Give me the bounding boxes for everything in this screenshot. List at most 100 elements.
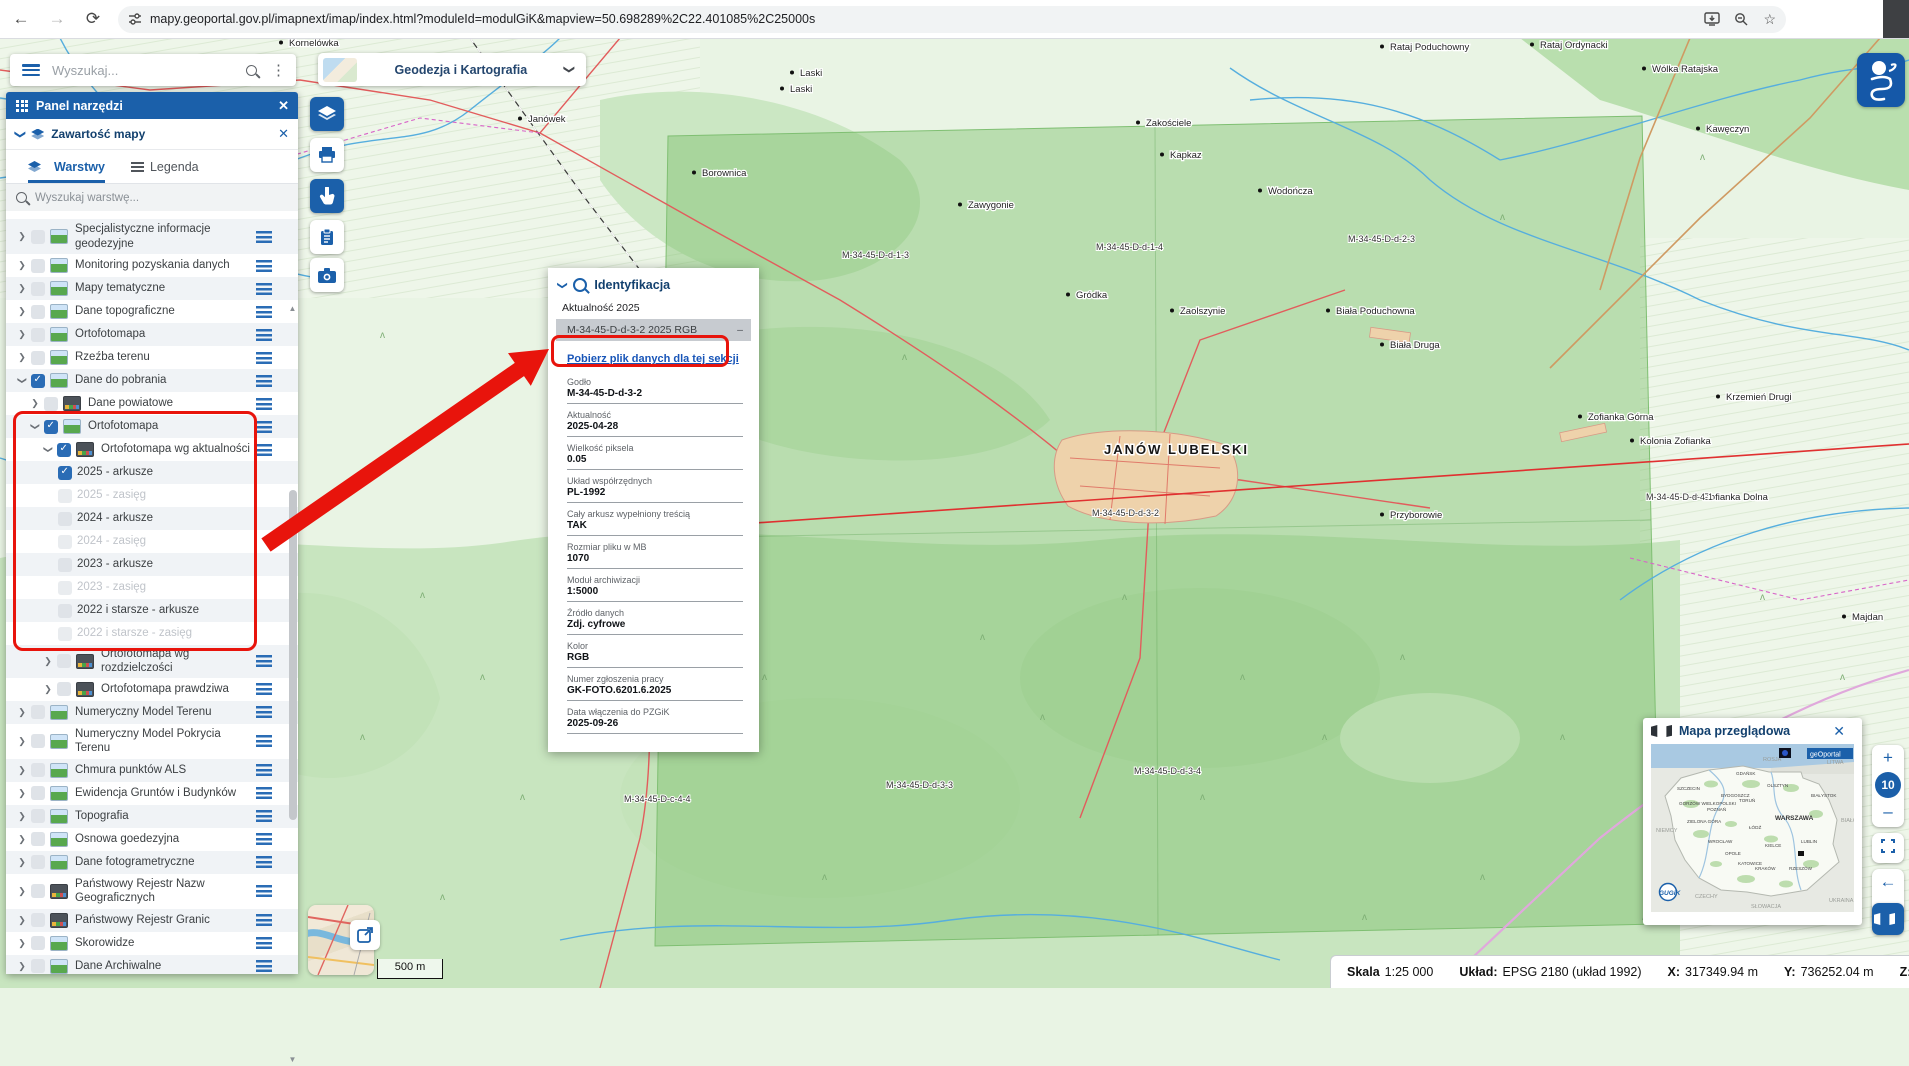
layer-menu-icon[interactable]	[256, 764, 272, 776]
tab-warstwy[interactable]: Warstwy	[28, 150, 105, 183]
layer-row-państwowy-rejestr-nazw-geograficznych[interactable]: ❯Państwowy Rejestr Nazw Geograficznych	[6, 874, 298, 909]
overview-map-body[interactable]: ROSJALITWANIEMCYCZECHYSŁOWACJAUKRAINABIA…	[1651, 744, 1854, 912]
browser-back-button[interactable]: ←	[6, 4, 36, 34]
layer-menu-icon[interactable]	[256, 833, 272, 845]
chevron-icon[interactable]: ❯	[16, 260, 28, 271]
layer-checkbox[interactable]	[58, 512, 72, 526]
more-options-icon[interactable]: ⋮	[271, 61, 286, 79]
bookmark-star-icon[interactable]: ☆	[1763, 11, 1776, 28]
panel-header[interactable]: Panel narzędzi ✕	[6, 92, 298, 119]
collapse-minus-icon[interactable]: –	[737, 324, 743, 336]
chevron-down-icon[interactable]: ❯	[14, 129, 27, 138]
layer-row-osnowa-goedezyjna[interactable]: ❯Osnowa goedezyjna	[6, 828, 298, 851]
layer-row-chmura-punktów-als[interactable]: ❯Chmura punktów ALS	[6, 759, 298, 782]
layer-row-2024-arkusze[interactable]: 2024 - arkusze	[6, 507, 298, 530]
layer-row-państwowy-rejestr-granic[interactable]: ❯Państwowy Rejestr Granic	[6, 909, 298, 932]
browser-forward-button[interactable]: →	[42, 4, 72, 34]
layer-menu-icon[interactable]	[256, 655, 272, 667]
layer-checkbox[interactable]	[44, 397, 58, 411]
chevron-icon[interactable]: ❯	[17, 375, 28, 387]
chevron-icon[interactable]: ❯	[16, 811, 28, 822]
layer-row-2022-i-starsze-arkusze[interactable]: 2022 i starsze - arkusze	[6, 599, 298, 622]
chevron-icon[interactable]: ❯	[16, 857, 28, 868]
layer-checkbox[interactable]	[31, 855, 45, 869]
layer-row-rzeźba-terenu[interactable]: ❯Rzeźba terenu	[6, 346, 298, 369]
layer-checkbox[interactable]	[57, 654, 71, 668]
map-content-header[interactable]: ❯ Zawartość mapy ✕	[6, 119, 298, 150]
layer-row-2023-zasięg[interactable]: 2023 - zasięg	[6, 576, 298, 599]
layer-checkbox[interactable]	[58, 558, 72, 572]
layer-row-2023-arkusze[interactable]: 2023 - arkusze	[6, 553, 298, 576]
module-selector-dropdown[interactable]: Geodezja i Kartografia ❯	[318, 53, 586, 86]
layer-row-dane-fotogrametryczne[interactable]: ❯Dane fotogrametryczne	[6, 851, 298, 874]
identify-popup-header[interactable]: ❯ Identyfikacja	[548, 278, 759, 292]
layer-checkbox[interactable]	[31, 832, 45, 846]
chevron-icon[interactable]: ❯	[16, 352, 28, 363]
layer-search-input[interactable]: Wyszukaj warstwę...	[6, 184, 298, 211]
layer-row-mapy-tematyczne[interactable]: ❯Mapy tematyczne	[6, 277, 298, 300]
search-input[interactable]: Wyszukaj...	[52, 63, 246, 78]
layer-checkbox[interactable]	[58, 604, 72, 618]
panel-scrollbar[interactable]: ▲ ▼	[288, 302, 297, 1066]
layer-checkbox[interactable]	[58, 535, 72, 549]
layer-row-2025-arkusze[interactable]: 2025 - arkusze	[6, 461, 298, 484]
layer-menu-icon[interactable]	[256, 421, 272, 433]
camera-tool-button[interactable]	[310, 258, 344, 292]
layer-menu-icon[interactable]	[256, 914, 272, 926]
zoom-out-page-icon[interactable]	[1734, 12, 1749, 27]
scroll-up-icon[interactable]: ▲	[288, 304, 297, 313]
chevron-icon[interactable]: ❯	[42, 684, 54, 695]
identify-result-header[interactable]: M-34-45-D-d-3-2 2025 RGB –	[556, 319, 751, 341]
layer-menu-icon[interactable]	[256, 856, 272, 868]
layer-row-topografia[interactable]: ❯Topografia	[6, 805, 298, 828]
layer-menu-icon[interactable]	[256, 260, 272, 272]
layer-menu-icon[interactable]	[256, 735, 272, 747]
layer-menu-icon[interactable]	[256, 706, 272, 718]
previous-extent-button[interactable]: ←	[1872, 869, 1904, 895]
layer-row-dane-archiwalne[interactable]: ❯Dane Archiwalne	[6, 955, 298, 974]
chevron-icon[interactable]: ❯	[16, 283, 28, 294]
map-search-bar[interactable]: Wyszukaj... ⋮	[10, 54, 296, 86]
layer-checkbox[interactable]	[57, 682, 71, 696]
layer-checkbox[interactable]	[31, 259, 45, 273]
layer-checkbox[interactable]	[31, 374, 45, 388]
layer-row-ewidencja-gruntów-i-budynków[interactable]: ❯Ewidencja Gruntów i Budynków	[6, 782, 298, 805]
zoom-in-button[interactable]: +	[1872, 745, 1904, 771]
layer-checkbox[interactable]	[58, 627, 72, 641]
layer-menu-icon[interactable]	[256, 787, 272, 799]
layer-checkbox[interactable]	[31, 705, 45, 719]
layer-menu-icon[interactable]	[256, 352, 272, 364]
site-settings-icon[interactable]	[128, 12, 142, 26]
layer-row-skorowidze[interactable]: ❯Skorowidze	[6, 932, 298, 955]
layer-row-ortofotomapa-wg-rozdzielczości[interactable]: ❯Ortofotomapa wg rozdzielczości	[6, 645, 298, 678]
layer-checkbox[interactable]	[58, 489, 72, 503]
layer-checkbox[interactable]	[31, 763, 45, 777]
chevron-icon[interactable]: ❯	[16, 788, 28, 799]
panel-close-icon[interactable]: ✕	[278, 98, 289, 114]
layer-checkbox[interactable]	[58, 581, 72, 595]
chevron-icon[interactable]: ❯	[16, 915, 28, 926]
chevron-icon[interactable]: ❯	[16, 886, 28, 897]
layer-menu-icon[interactable]	[256, 306, 272, 318]
chevron-icon[interactable]: ❯	[16, 707, 28, 718]
layer-checkbox[interactable]	[31, 959, 45, 973]
layer-menu-icon[interactable]	[256, 398, 272, 410]
scroll-down-icon[interactable]: ▼	[288, 1055, 297, 1064]
layer-checkbox[interactable]	[31, 913, 45, 927]
geoportal-logo-button[interactable]	[1857, 53, 1905, 107]
layer-row-ortofotomapa[interactable]: ❯Ortofotomapa	[6, 415, 298, 438]
identify-tool-button[interactable]	[310, 179, 344, 213]
search-icon[interactable]	[246, 65, 257, 76]
layer-row-ortofotomapa-prawdziwa[interactable]: ❯Ortofotomapa prawdziwa	[6, 678, 298, 701]
layer-row-specjalistyczne-informacje-geodezyjne[interactable]: ❯Specjalistyczne informacje geodezyjne	[6, 219, 298, 254]
layer-row-ortofotomapa-wg-aktualności[interactable]: ❯Ortofotomapa wg aktualności	[6, 438, 298, 461]
layer-checkbox[interactable]	[57, 443, 71, 457]
layer-row-numeryczny-model-pokrycia-terenu[interactable]: ❯Numeryczny Model Pokrycia Terenu	[6, 724, 298, 759]
overview-close-icon[interactable]: ✕	[1833, 723, 1845, 740]
layer-checkbox[interactable]	[31, 884, 45, 898]
download-data-link[interactable]: Pobierz plik danych dla tej sekcji	[567, 353, 739, 365]
chevron-icon[interactable]: ❯	[16, 329, 28, 340]
layer-row-monitoring-pozyskania-danych[interactable]: ❯Monitoring pozyskania danych	[6, 254, 298, 277]
layer-menu-icon[interactable]	[256, 329, 272, 341]
layer-checkbox[interactable]	[31, 328, 45, 342]
